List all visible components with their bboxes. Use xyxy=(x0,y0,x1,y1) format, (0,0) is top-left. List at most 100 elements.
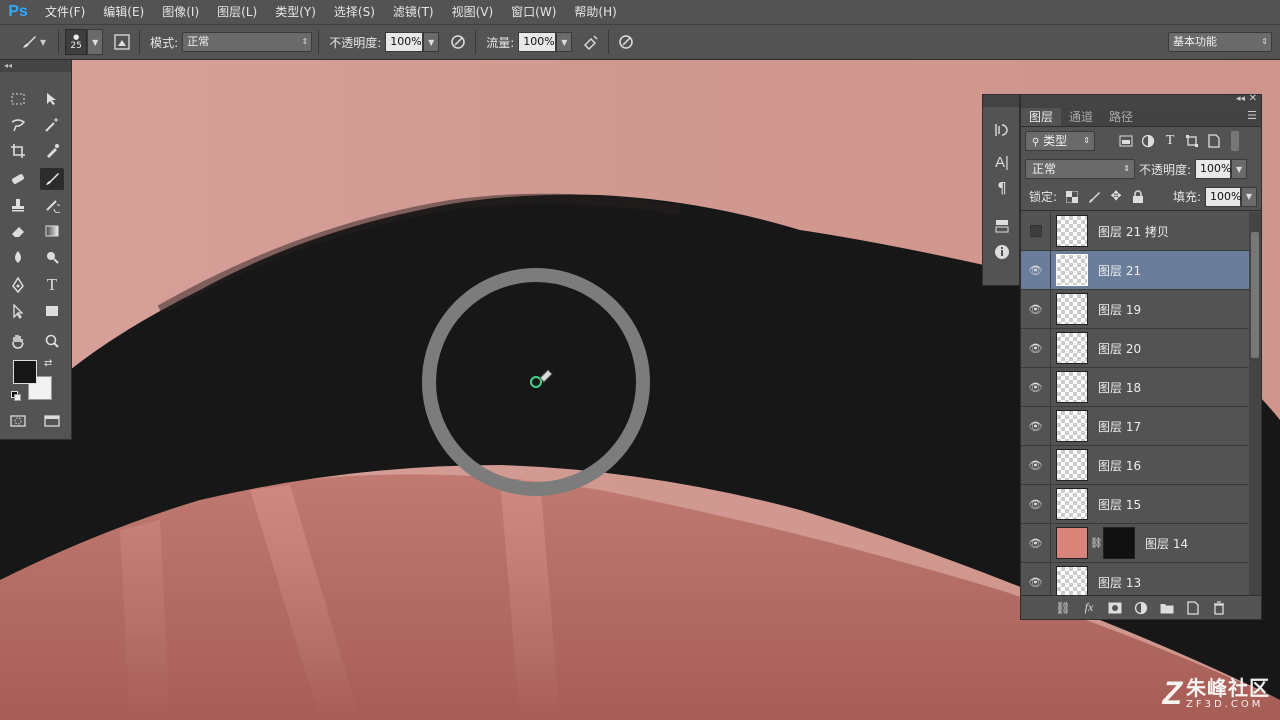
blend-mode-select[interactable]: 正常 ⇕ xyxy=(1025,159,1135,179)
lock-all-icon[interactable] xyxy=(1127,187,1149,207)
gradient-tool-icon[interactable] xyxy=(40,220,64,242)
pressure-opacity-icon[interactable] xyxy=(447,31,469,53)
move-tool-icon[interactable] xyxy=(40,88,64,110)
visibility-toggle[interactable]: 👁 xyxy=(1021,445,1051,485)
tab-layers[interactable]: 图层 xyxy=(1021,108,1062,126)
visibility-toggle[interactable]: 👁 xyxy=(1021,484,1051,524)
toolbox-header[interactable]: ◂◂ xyxy=(0,60,71,72)
menu-type[interactable]: 类型(Y) xyxy=(266,0,325,24)
menu-select[interactable]: 选择(S) xyxy=(325,0,384,24)
crop-tool-icon[interactable] xyxy=(6,140,30,162)
collapse-icon[interactable]: ◂◂ xyxy=(1236,94,1245,104)
mask-link-icon[interactable]: ⛓ xyxy=(1090,538,1103,549)
layer-row[interactable]: 👁 图层 13 xyxy=(1021,562,1249,595)
type-tool-icon[interactable]: T xyxy=(40,274,64,296)
brush-size-dropdown-arrow[interactable]: ▼ xyxy=(87,29,104,55)
lock-position-icon[interactable]: ✥ xyxy=(1105,187,1127,207)
zoom-tool-icon[interactable] xyxy=(40,330,64,352)
menu-layer[interactable]: 图层(L) xyxy=(208,0,266,24)
menu-window[interactable]: 窗口(W) xyxy=(502,0,565,24)
opacity-dropdown-arrow[interactable]: ▼ xyxy=(423,32,440,52)
layer-list-scrollbar[interactable] xyxy=(1249,212,1261,595)
history-brush-tool-icon[interactable] xyxy=(40,194,64,216)
info-panel-icon[interactable] xyxy=(983,239,1021,265)
menu-help[interactable]: 帮助(H) xyxy=(565,0,625,24)
new-group-folder-icon[interactable] xyxy=(1157,599,1177,617)
visibility-toggle[interactable] xyxy=(1021,212,1051,251)
brush-preset-icon[interactable] xyxy=(18,31,40,53)
rectangle-tool-icon[interactable] xyxy=(40,300,64,322)
add-mask-icon[interactable] xyxy=(1105,599,1125,617)
dodge-tool-icon[interactable] xyxy=(40,246,64,268)
paragraph-panel-icon[interactable]: ¶ xyxy=(983,175,1021,201)
layer-row[interactable]: 👁 ⛓ 图层 14 xyxy=(1021,523,1249,563)
screen-mode-icon[interactable] xyxy=(40,410,64,432)
lasso-tool-icon[interactable] xyxy=(6,114,30,136)
layer-row[interactable]: 图层 21 拷贝 xyxy=(1021,212,1249,251)
dock-header[interactable] xyxy=(983,95,1019,107)
visibility-toggle[interactable]: 👁 xyxy=(1021,562,1051,595)
lock-transparent-icon[interactable] xyxy=(1061,187,1083,207)
filter-type-icon[interactable]: T xyxy=(1159,131,1181,151)
clone-stamp-tool-icon[interactable] xyxy=(6,194,30,216)
pen-tool-icon[interactable] xyxy=(6,274,30,296)
layer-row[interactable]: 👁 图层 16 xyxy=(1021,445,1249,485)
filter-toggle-switch[interactable] xyxy=(1231,131,1239,151)
layer-row[interactable]: 👁 图层 17 xyxy=(1021,406,1249,446)
menu-filter[interactable]: 滤镜(T) xyxy=(384,0,443,24)
fill-input[interactable]: 100% xyxy=(1205,186,1241,207)
pressure-size-icon[interactable] xyxy=(615,31,637,53)
airbrush-icon[interactable] xyxy=(580,31,602,53)
default-colors-icon[interactable] xyxy=(11,391,21,401)
panel-menu-icon[interactable]: ☰ xyxy=(1247,109,1257,122)
close-icon[interactable]: ✕ xyxy=(1249,93,1257,104)
link-layers-icon[interactable]: ⛓ xyxy=(1053,599,1073,617)
layer-row[interactable]: 👁 图层 18 xyxy=(1021,367,1249,407)
layer-opacity-input[interactable]: 100% xyxy=(1195,159,1232,179)
layer-row[interactable]: 👁 图层 15 xyxy=(1021,484,1249,524)
visibility-toggle[interactable]: 👁 xyxy=(1021,523,1051,563)
scrollbar-thumb[interactable] xyxy=(1251,232,1259,358)
new-adjustment-layer-icon[interactable] xyxy=(1131,599,1151,617)
menu-view[interactable]: 视图(V) xyxy=(443,0,503,24)
workspace-select[interactable]: 基本功能 ⇕ xyxy=(1168,32,1272,52)
opacity-input[interactable]: 100% xyxy=(385,32,424,52)
flow-input[interactable]: 100% xyxy=(518,32,557,52)
swap-colors-icon[interactable]: ⇄ xyxy=(44,358,52,369)
new-layer-icon[interactable] xyxy=(1183,599,1203,617)
layer-row[interactable]: 👁 图层 20 xyxy=(1021,328,1249,368)
path-selection-tool-icon[interactable] xyxy=(6,300,30,322)
layer-opacity-dropdown[interactable]: ▼ xyxy=(1231,159,1248,179)
brush-panel-toggle-icon[interactable] xyxy=(111,31,133,53)
magic-wand-tool-icon[interactable] xyxy=(40,114,64,136)
visibility-toggle[interactable]: 👁 xyxy=(1021,289,1051,329)
marquee-tool-icon[interactable] xyxy=(6,88,30,110)
filter-type-select[interactable]: ⚲ 类型 ⇕ xyxy=(1025,131,1095,151)
character-panel-icon[interactable]: A| xyxy=(983,149,1021,175)
layer-mask-thumbnail[interactable] xyxy=(1103,527,1135,559)
tab-paths[interactable]: 路径 xyxy=(1101,108,1141,126)
menu-file[interactable]: 文件(F) xyxy=(36,0,94,24)
healing-brush-tool-icon[interactable] xyxy=(6,168,30,190)
flow-dropdown-arrow[interactable]: ▼ xyxy=(556,32,573,52)
filter-adjustment-icon[interactable] xyxy=(1137,131,1159,151)
layer-row[interactable]: 👁 图层 19 xyxy=(1021,289,1249,329)
filter-smart-object-icon[interactable] xyxy=(1203,131,1225,151)
lock-image-pixels-icon[interactable] xyxy=(1083,187,1105,207)
eraser-tool-icon[interactable] xyxy=(6,220,30,242)
history-panel-icon[interactable] xyxy=(983,117,1021,143)
brush-size-picker[interactable]: ● 25 ▼ xyxy=(65,29,104,55)
hand-tool-icon[interactable] xyxy=(6,330,30,352)
tab-channels[interactable]: 通道 xyxy=(1061,108,1101,126)
foreground-color-swatch[interactable] xyxy=(13,360,37,384)
filter-pixel-icon[interactable] xyxy=(1115,131,1137,151)
fill-dropdown[interactable]: ▼ xyxy=(1241,186,1257,207)
layer-style-fx-icon[interactable]: fx xyxy=(1079,599,1099,617)
visibility-toggle[interactable]: 👁 xyxy=(1021,367,1051,407)
eyedropper-tool-icon[interactable] xyxy=(40,140,64,162)
panel-header-bar[interactable]: ◂◂ ✕ xyxy=(1021,93,1261,107)
menu-edit[interactable]: 编辑(E) xyxy=(94,0,153,24)
brush-tool-icon[interactable] xyxy=(40,168,64,190)
chevron-down-icon[interactable]: ▼ xyxy=(40,38,46,47)
delete-layer-trash-icon[interactable] xyxy=(1209,599,1229,617)
